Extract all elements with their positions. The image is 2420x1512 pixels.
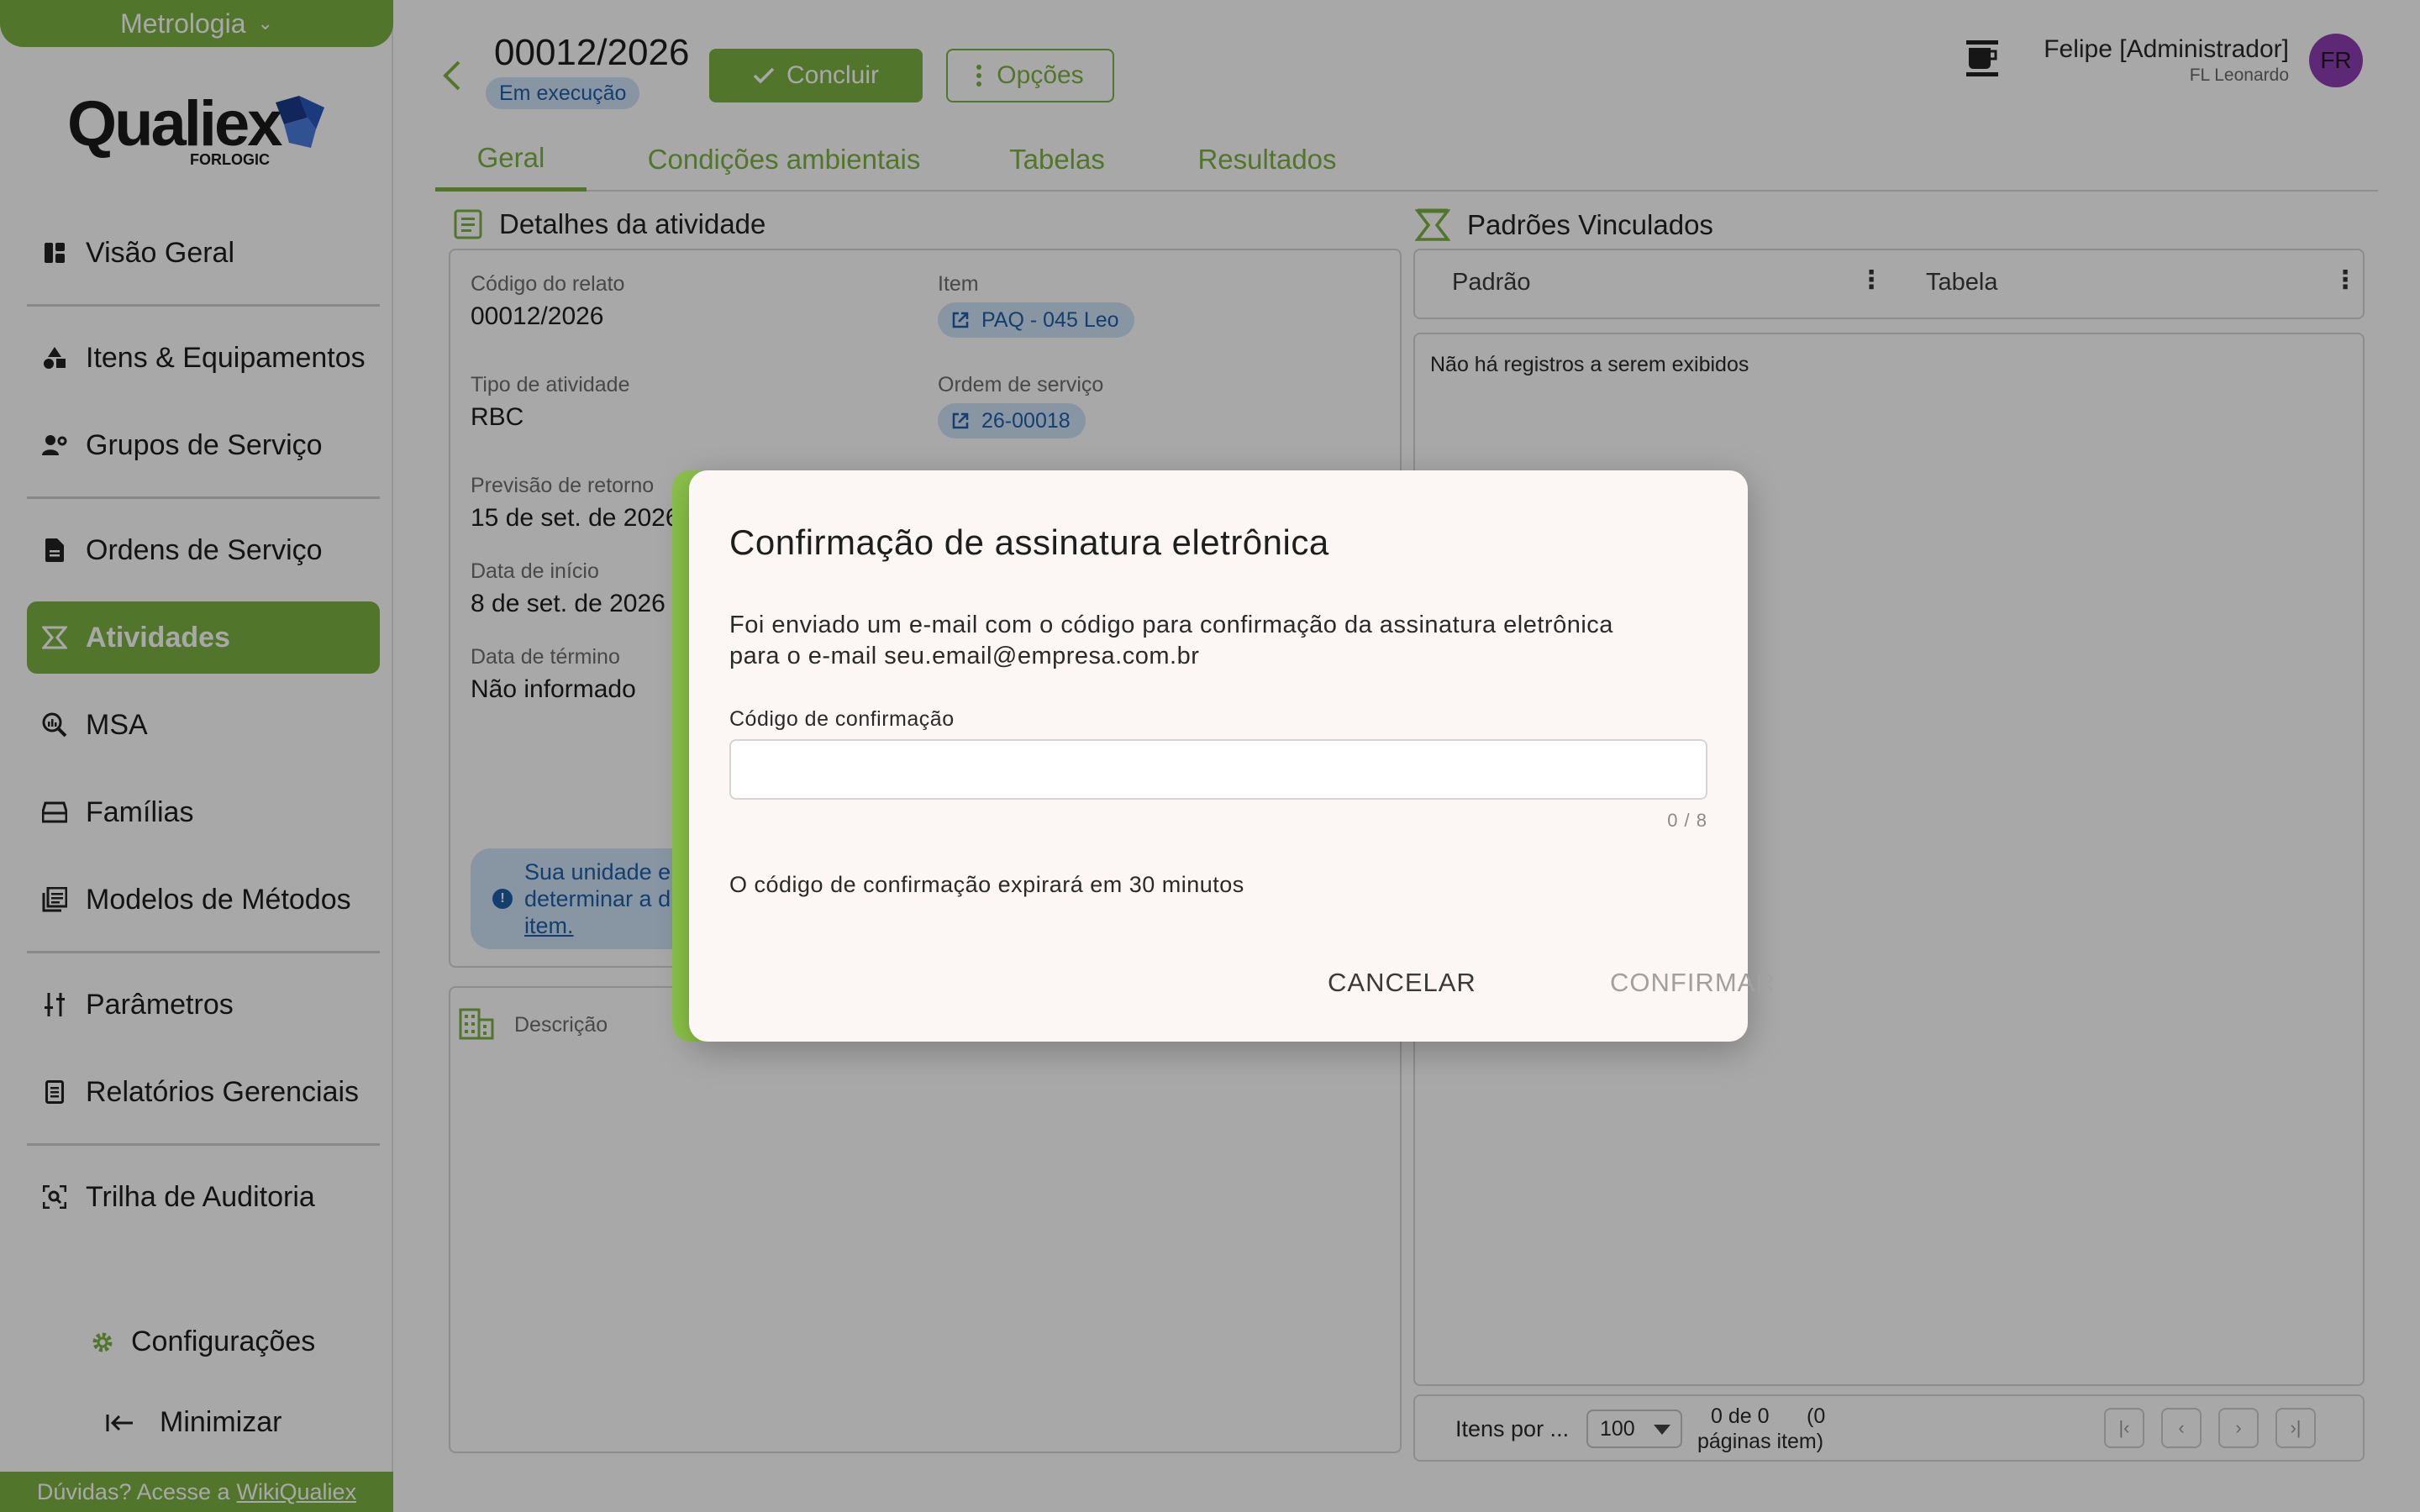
expiration-note: O código de confirmação expirará em 30 m… <box>729 872 1244 897</box>
character-counter: 0 / 8 <box>1667 810 1707 831</box>
confirmation-code-input[interactable] <box>729 739 1707 800</box>
confirmation-code-label: Código de confirmação <box>729 707 955 731</box>
confirm-button[interactable]: CONFIRMAR <box>1610 968 1776 998</box>
dialog-message: Foi enviado um e-mail com o código para … <box>729 610 1704 672</box>
dialog-message-line1: Foi enviado um e-mail com o código para … <box>729 612 1613 638</box>
signature-confirmation-dialog: Confirmação de assinatura eletrônica Foi… <box>689 470 1775 1042</box>
dialog-title: Confirmação de assinatura eletrônica <box>729 522 1329 562</box>
cancel-button[interactable]: CANCELAR <box>1328 968 1476 998</box>
dialog-message-line2: para o e-mail seu.email@empresa.com.br <box>729 643 1200 669</box>
